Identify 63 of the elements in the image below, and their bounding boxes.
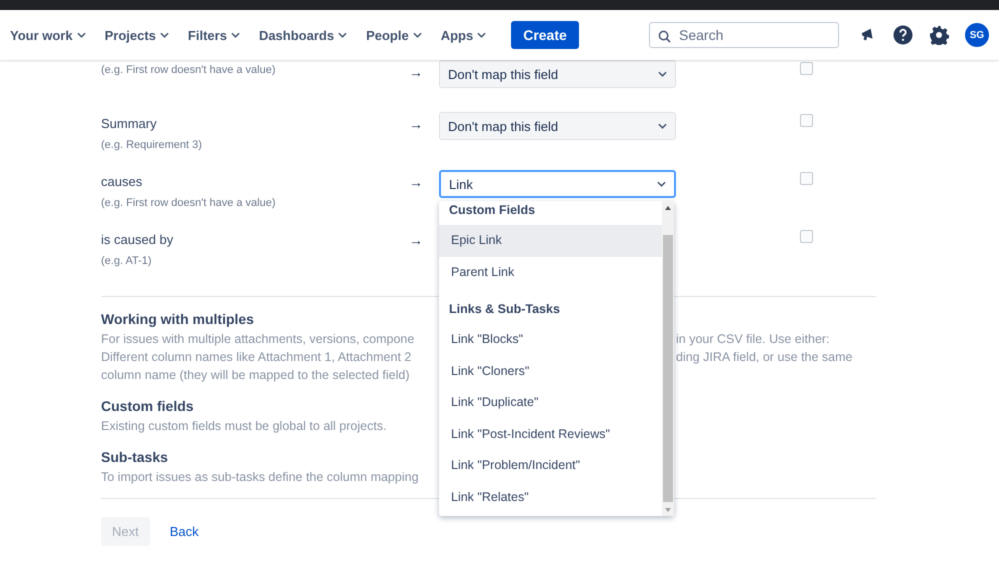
mapping-arrow: →	[409, 173, 424, 190]
search-icon	[658, 30, 671, 43]
scroll-down-icon[interactable]	[665, 508, 671, 512]
chevron-down-icon	[477, 32, 486, 38]
field-select[interactable]: Don't map this field	[439, 60, 676, 88]
nav-menu[interactable]: Dashboards	[258, 28, 356, 42]
create-button[interactable]: Create	[511, 21, 579, 49]
chevron-down-icon	[658, 71, 667, 77]
nav-menu[interactable]: People	[366, 28, 431, 42]
dropdown-option[interactable]: Link "Duplicate"	[439, 387, 662, 418]
user-avatar[interactable]: SG	[965, 23, 989, 47]
chevron-down-icon	[160, 32, 169, 38]
scrollbar[interactable]	[662, 201, 674, 516]
chevron-down-icon	[76, 32, 86, 38]
help-text: column name (they will be mapped to the selected field)	[101, 367, 410, 384]
chevron-down-icon	[338, 32, 348, 38]
help-icon[interactable]	[893, 25, 913, 45]
example-hint: (e.g. First row doesn't have a value)	[101, 197, 277, 209]
example-hint: (e.g. First row doesn't have a value)	[101, 64, 277, 76]
checkbox[interactable]	[800, 230, 813, 243]
field-label: causes	[101, 173, 144, 189]
field-label: Summary	[101, 115, 158, 131]
checkbox[interactable]	[800, 114, 813, 127]
search-field[interactable]: Search	[649, 22, 839, 48]
chevron-down-icon	[412, 32, 422, 38]
chevron-down-icon	[658, 123, 667, 129]
chevron-down-icon	[657, 181, 666, 187]
dropdown-option[interactable]: Parent Link	[439, 256, 662, 288]
scroll-up-icon[interactable]	[665, 206, 671, 210]
nav-menu[interactable]: Filters	[188, 28, 249, 42]
mapping-arrow: →	[409, 231, 424, 248]
dropdown-option[interactable]: Link "Relates"	[439, 482, 662, 513]
field-label: is caused by	[101, 231, 174, 247]
settings-icon[interactable]	[929, 25, 949, 45]
checkbox[interactable]	[800, 172, 813, 185]
section-heading: Sub-tasks	[101, 449, 168, 465]
nav-menu[interactable]: Your work	[10, 28, 95, 42]
section-heading: Working with multiples	[101, 311, 254, 327]
help-text: in your CSV file. Use either:	[676, 331, 831, 348]
dropdown-option[interactable]: Link "Problem/Incident"	[439, 450, 662, 482]
help-text: To import issues as sub-tasks define the column mapping	[101, 469, 420, 486]
group-heading: Links & Sub-Tasks	[448, 301, 561, 318]
field-select[interactable]: Don't map this field	[439, 112, 676, 140]
help-text: Existing custom fields must be global to all projects.	[101, 418, 388, 435]
help-text: Different column names like Attachment 1, Attachment 2	[101, 349, 412, 366]
dropdown-option[interactable]: Link "Blocks"	[439, 324, 662, 356]
example-hint: (e.g. AT-1)	[101, 255, 153, 267]
dropdown-option[interactable]: Link "Post-Incident Reviews"	[439, 418, 662, 450]
mapping-arrow: →	[409, 63, 424, 80]
dropdown-option[interactable]: Link "Cloners"	[439, 356, 662, 387]
mapping-arrow: →	[409, 115, 424, 132]
help-text: For issues with multiple attachments, versions, compone	[101, 331, 416, 348]
nav-menu[interactable]: Projects	[104, 28, 178, 42]
example-hint: (e.g. Requirement 3)	[101, 139, 203, 151]
checkbox[interactable]	[800, 62, 813, 75]
group-heading: Custom Fields	[448, 202, 536, 219]
field-select[interactable]: Link	[439, 170, 676, 198]
section-heading: Custom fields	[101, 398, 194, 414]
help-text: ding JIRA field, or use the same	[676, 349, 854, 366]
back-link[interactable]: Back	[170, 524, 199, 539]
nav-menu[interactable]: Apps	[440, 28, 496, 42]
dropdown-option[interactable]: Epic Link	[439, 225, 662, 256]
chevron-down-icon	[230, 32, 240, 38]
